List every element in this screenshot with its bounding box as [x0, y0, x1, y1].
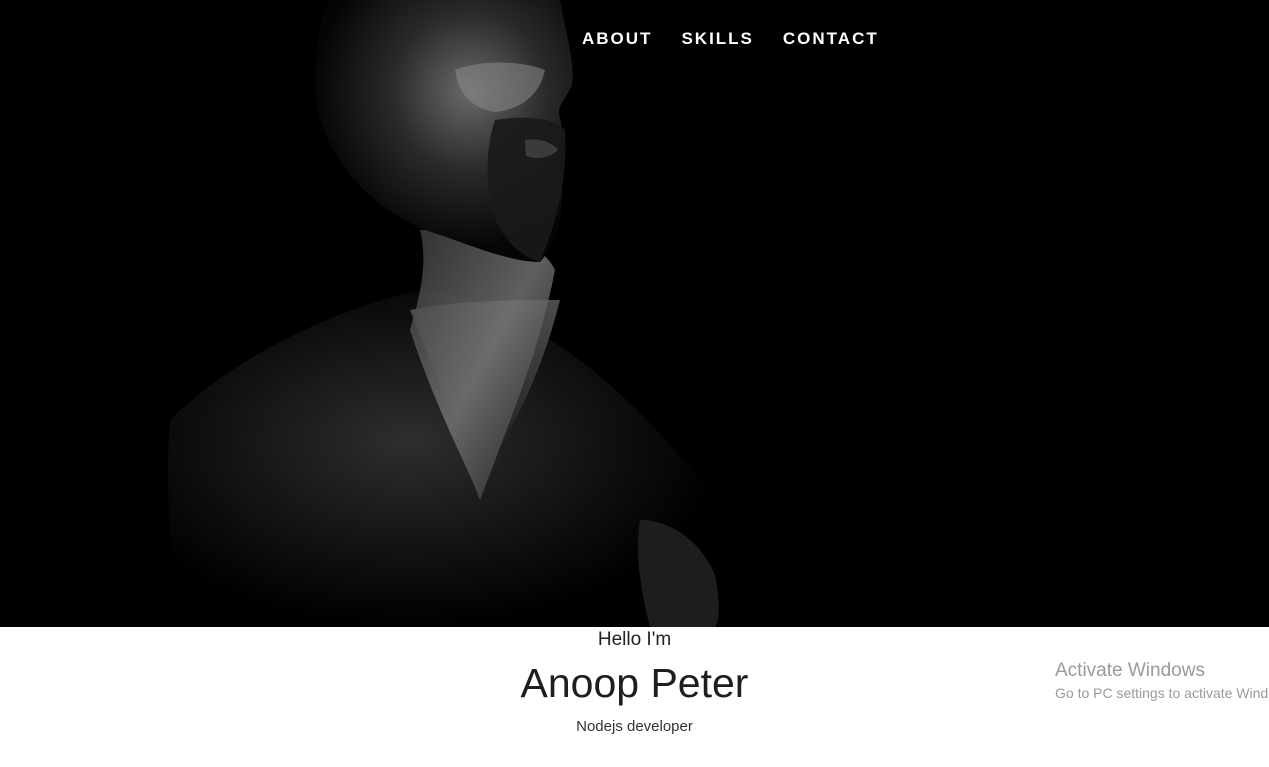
windows-activation-watermark: Activate Windows Go to PC settings to ac… — [1055, 660, 1269, 702]
watermark-subtitle: Go to PC settings to activate Windows. — [1055, 685, 1269, 701]
top-navigation: ABOUT SKILLS CONTACT — [582, 29, 879, 49]
nav-link-contact[interactable]: CONTACT — [783, 29, 879, 49]
hero-section: ABOUT SKILLS CONTACT — [0, 0, 1269, 627]
hero-portrait-image — [0, 0, 1269, 627]
nav-link-skills[interactable]: SKILLS — [681, 29, 753, 49]
intro-greeting: Hello I'm — [597, 629, 672, 650]
intro-role: Nodejs developer — [576, 718, 693, 735]
nav-link-about[interactable]: ABOUT — [582, 29, 652, 49]
watermark-title: Activate Windows — [1055, 660, 1205, 681]
